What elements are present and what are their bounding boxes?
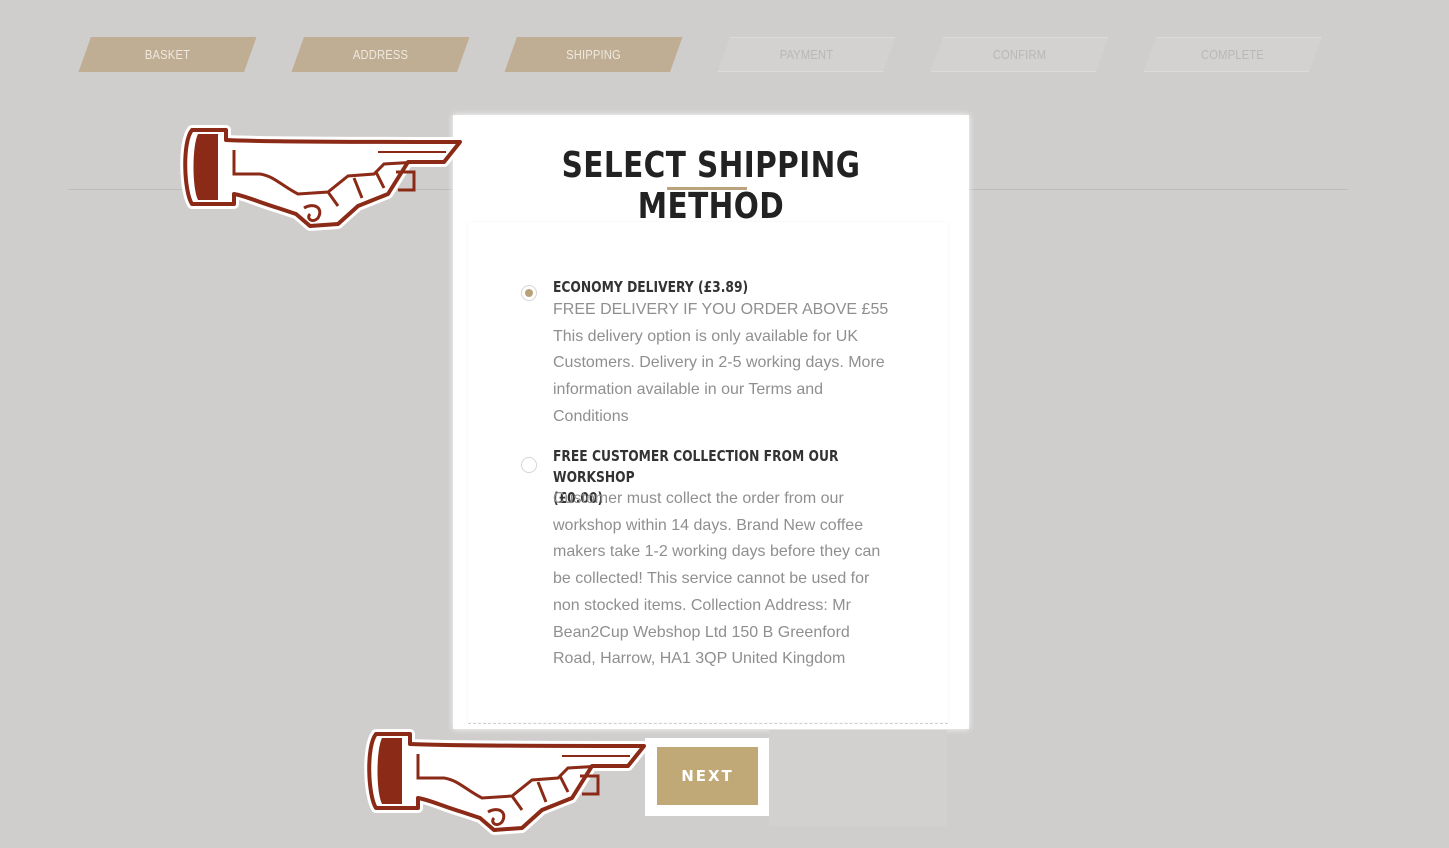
next-button[interactable]: NEXT — [657, 747, 758, 805]
page-title: SELECT SHIPPING METHOD — [561, 145, 861, 227]
option-description: FREE DELIVERY IF YOU ORDER ABOVE £55 Thi… — [553, 301, 889, 425]
title-underline — [667, 187, 747, 190]
step-shipping[interactable]: SHIPPING — [504, 37, 683, 72]
next-button-frame: NEXT — [645, 738, 769, 816]
checkout-progress: BASKET ADDRESS SHIPPING PAYMENT CONFIRM … — [64, 37, 1354, 72]
economy-radio[interactable] — [521, 285, 537, 301]
pointing-hand-icon — [180, 125, 465, 231]
step-address[interactable]: ADDRESS — [291, 37, 470, 72]
shipping-options-card: ECONOMY DELIVERY (£3.89) FREE DELIVERY I… — [468, 222, 948, 722]
option-title: ECONOMY DELIVERY (£3.89) — [553, 278, 749, 296]
step-basket[interactable]: BASKET — [78, 37, 257, 72]
card-bottom-dashed — [468, 723, 948, 724]
step-complete: COMPLETE — [1143, 37, 1322, 72]
step-payment: PAYMENT — [717, 37, 896, 72]
step-confirm: CONFIRM — [930, 37, 1109, 72]
pointing-hand-icon — [364, 729, 649, 835]
collection-radio[interactable] — [521, 457, 537, 473]
backdrop-panel — [769, 730, 947, 826]
shipping-panel: SELECT SHIPPING METHOD ECONOMY DELIVERY … — [453, 115, 969, 729]
option-description: Customer must collect the order from our… — [553, 490, 881, 668]
